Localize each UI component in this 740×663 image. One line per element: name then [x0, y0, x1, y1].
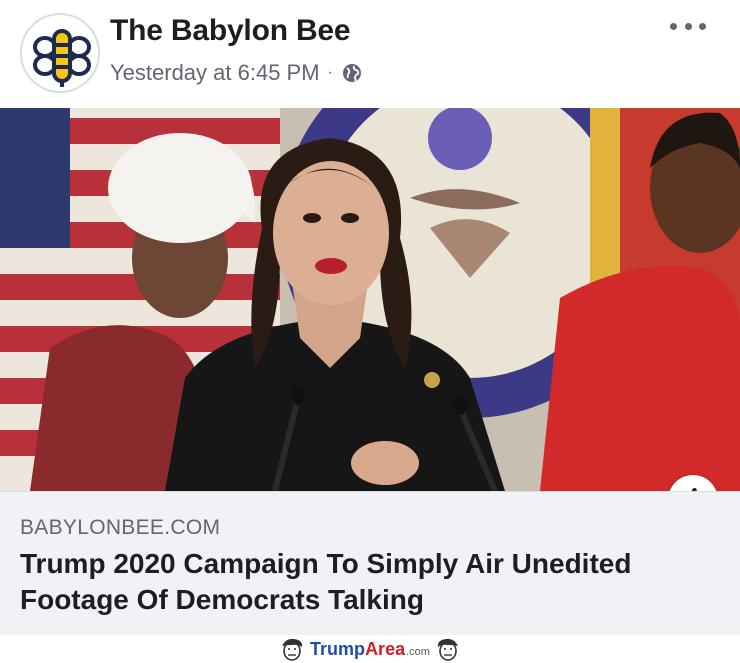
post-photo[interactable] — [0, 108, 740, 491]
trump-face-icon — [434, 636, 462, 662]
post-meta: Yesterday at 6:45 PM · — [110, 58, 363, 88]
watermark-text: Trump Area .com — [310, 639, 430, 660]
watermark-com: .com — [406, 645, 430, 658]
trumparea-watermark: Trump Area .com — [0, 635, 740, 663]
link-preview-card[interactable]: BABYLONBEE.COM Trump 2020 Campaign To Si… — [0, 491, 740, 635]
globe-icon[interactable] — [341, 62, 363, 84]
meta-separator: · — [327, 64, 333, 81]
babylon-bee-logo-icon — [28, 21, 96, 89]
page-avatar[interactable] — [20, 13, 100, 93]
trump-face-icon — [278, 636, 306, 662]
link-title[interactable]: Trump 2020 Campaign To Simply Air Unedit… — [20, 546, 720, 618]
post-header: The Babylon Bee Yesterday at 6:45 PM · — [0, 0, 740, 108]
watermark-trump: Trump — [310, 638, 366, 659]
link-domain: BABYLONBEE.COM — [20, 516, 221, 539]
press-conference-image — [0, 108, 740, 491]
more-options-icon[interactable] — [670, 14, 706, 38]
page-name[interactable]: The Babylon Bee — [110, 14, 351, 48]
watermark-area: Area — [365, 638, 406, 659]
post-timestamp[interactable]: Yesterday at 6:45 PM — [110, 60, 320, 86]
